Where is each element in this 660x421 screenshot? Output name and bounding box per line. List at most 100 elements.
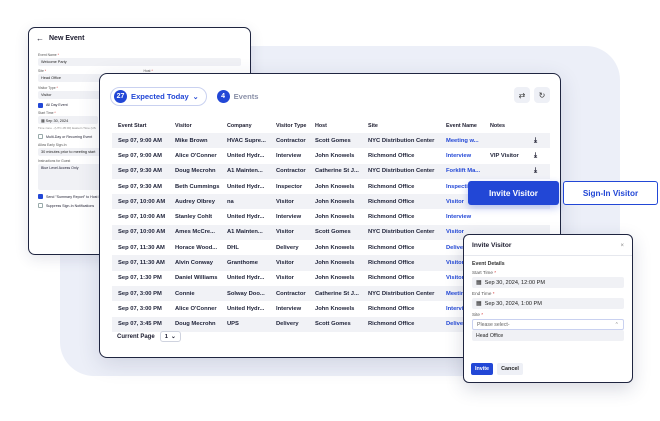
event-name-cell[interactable]: Meeting w...	[440, 133, 484, 149]
column-header[interactable]: Site	[362, 118, 440, 133]
modal-title: Invite Visitor	[472, 242, 512, 249]
site-select[interactable]: Please select- ⌃	[472, 319, 624, 330]
site-cell: Richmond Office	[368, 275, 415, 282]
company-cell: na	[221, 194, 270, 210]
company-cell: Granthome	[221, 255, 270, 271]
page-select[interactable]: 1 ⌄	[159, 331, 181, 342]
event-start-cell: Sep 07, 11:30 AM	[112, 255, 169, 271]
invite-button[interactable]: Invite	[471, 363, 493, 375]
host-cell: John Knowels	[315, 214, 355, 221]
event-name-cell[interactable]: Interview	[440, 209, 484, 224]
column-header[interactable]: Visitor	[169, 118, 221, 133]
visitor-type-cell: Interview	[276, 214, 302, 221]
invite-visitor-modal: Invite Visitor × Event Details Start Tim…	[463, 234, 633, 383]
event-start-cell: Sep 07, 10:00 AM	[118, 214, 166, 221]
column-header[interactable]: Visitor Type	[270, 118, 309, 133]
host-cell: Scott Gomes	[309, 224, 362, 241]
site-option-head-office[interactable]: Head Office	[472, 330, 624, 341]
table-row[interactable]: Sep 07, 9:00 AM Alice O'Conner United Hydr…	[112, 148, 550, 163]
host-cell: Scott Gomes	[309, 316, 362, 332]
visitor-type-cell: Delivery	[270, 316, 309, 332]
action-cell: ⤓	[525, 148, 550, 163]
notes-cell	[484, 209, 525, 224]
visitor-type-cell: Contractor	[270, 285, 309, 302]
site-cell: NYC Distribution Center	[362, 224, 440, 241]
table-header-row: Event Start Visitor Company Visitor Type…	[112, 118, 550, 133]
column-header[interactable]: Event Start	[112, 118, 169, 133]
host-cell: John Knowels	[315, 152, 355, 159]
column-header[interactable]: Host	[309, 118, 362, 133]
visitor-type-cell: Interview	[276, 152, 302, 159]
download-icon[interactable]: ⤓	[531, 136, 540, 145]
company-cell: United Hydr...	[227, 152, 265, 159]
host-cell: Catherine St J...	[309, 163, 362, 179]
event-tabs: 27 Expected Today ⌄ 4 Events	[110, 87, 258, 106]
event-name-cell[interactable]: Interview	[440, 148, 484, 163]
company-cell: United Hydr...	[227, 275, 265, 282]
cancel-button[interactable]: Cancel	[497, 363, 523, 375]
filter-icon[interactable]: ⇄	[514, 87, 530, 103]
visitor-type-cell: Contractor	[270, 133, 309, 149]
event-start-cell: Sep 07, 3:00 PM	[112, 285, 169, 302]
tab-expected-today[interactable]: 27 Expected Today ⌄	[110, 87, 207, 106]
tab-events[interactable]: 4 Events	[216, 90, 259, 103]
table-toolbar: ⇄ ↻	[514, 87, 550, 103]
end-time-field[interactable]: ▦ Sep 30, 2024, 1:00 PM	[472, 298, 624, 309]
sign-in-visitor-button[interactable]: Sign-In Visitor	[563, 181, 658, 205]
tab-events-label: Events	[233, 92, 259, 101]
column-header	[525, 118, 550, 133]
event-name-label: Event Name *	[38, 52, 59, 57]
column-header[interactable]: Event Name	[440, 118, 484, 133]
close-icon[interactable]: ×	[620, 243, 624, 249]
column-header[interactable]: Notes	[484, 118, 525, 133]
visitor-cell: Beth Cummings	[175, 183, 220, 190]
download-icon[interactable]: ⤓	[531, 151, 540, 160]
company-cell: HVAC Supre...	[221, 133, 270, 149]
screenshot-stage: ← New Event Event Name * Welcome Party S…	[0, 0, 660, 421]
back-arrow-icon[interactable]: ←	[36, 34, 44, 43]
events-count-badge: 4	[216, 90, 230, 103]
site-cell: Richmond Office	[368, 214, 415, 221]
notes-cell: VIP Visitor	[490, 152, 519, 159]
visitor-cell: Stanley Cohlt	[175, 214, 213, 221]
calendar-icon: ▦	[476, 301, 482, 307]
company-cell: DHL	[227, 244, 239, 251]
refresh-icon[interactable]: ↻	[534, 87, 550, 103]
event-start-cell: Sep 07, 3:00 PM	[118, 305, 162, 312]
chevron-down-icon: ⌄	[170, 333, 176, 340]
visitor-cell: Daniel Williams	[175, 275, 218, 282]
download-icon[interactable]: ⤓	[531, 167, 540, 176]
start-time-field[interactable]: ▦ Sep 30, 2024, 12:00 PM	[472, 277, 624, 288]
action-cell: ⤓	[525, 163, 550, 179]
host-cell: John Knowels	[309, 255, 362, 271]
modal-header: Invite Visitor ×	[464, 235, 632, 256]
invite-visitor-button[interactable]: Invite Visitor	[468, 181, 559, 205]
visitor-cell: Doug Mecrohn	[169, 316, 221, 332]
start-time-field[interactable]: ▦ Sep 30, 2024	[38, 116, 98, 124]
visitor-type-cell: Visitor	[276, 275, 294, 282]
visitor-type-cell: Inspector	[276, 183, 303, 190]
event-start-cell: Sep 07, 9:30 AM	[118, 183, 162, 190]
site-cell: NYC Distribution Center	[362, 285, 440, 302]
event-start-cell: Sep 07, 9:00 AM	[118, 152, 162, 159]
site-cell: Richmond Office	[362, 316, 440, 332]
table-row[interactable]: Sep 07, 9:00 AM Mike Brown HVAC Supre... Co…	[112, 133, 550, 149]
visitor-cell: Alvin Conway	[169, 255, 221, 271]
visitor-cell: Mike Brown	[169, 133, 221, 149]
table-row[interactable]: Sep 07, 10:00 AM Stanley Cohlt United Hydr…	[112, 209, 550, 224]
event-name-field[interactable]: Welcome Party	[38, 57, 241, 66]
visitor-cell: Horace Wood...	[175, 244, 218, 251]
column-header[interactable]: Company	[221, 118, 270, 133]
end-time-label: End Time *	[472, 291, 495, 296]
calendar-icon: ▦	[476, 280, 482, 286]
site-cell: NYC Distribution Center	[362, 133, 440, 149]
visitor-cell: Alice O'Conner	[175, 152, 217, 159]
host-cell: John Knowels	[315, 244, 355, 251]
event-name-cell[interactable]: Forklift Ma...	[440, 163, 484, 179]
checkbox-checked-icon	[38, 194, 43, 199]
event-start-cell: Sep 07, 3:45 PM	[112, 316, 169, 332]
event-start-cell: Sep 07, 1:30 PM	[118, 275, 162, 282]
table-row[interactable]: Sep 07, 9:30 AM Doug Mecrohn A1 Mainten...…	[112, 163, 550, 179]
company-cell: United Hydr...	[227, 183, 265, 190]
site-cell: Richmond Office	[368, 152, 415, 159]
